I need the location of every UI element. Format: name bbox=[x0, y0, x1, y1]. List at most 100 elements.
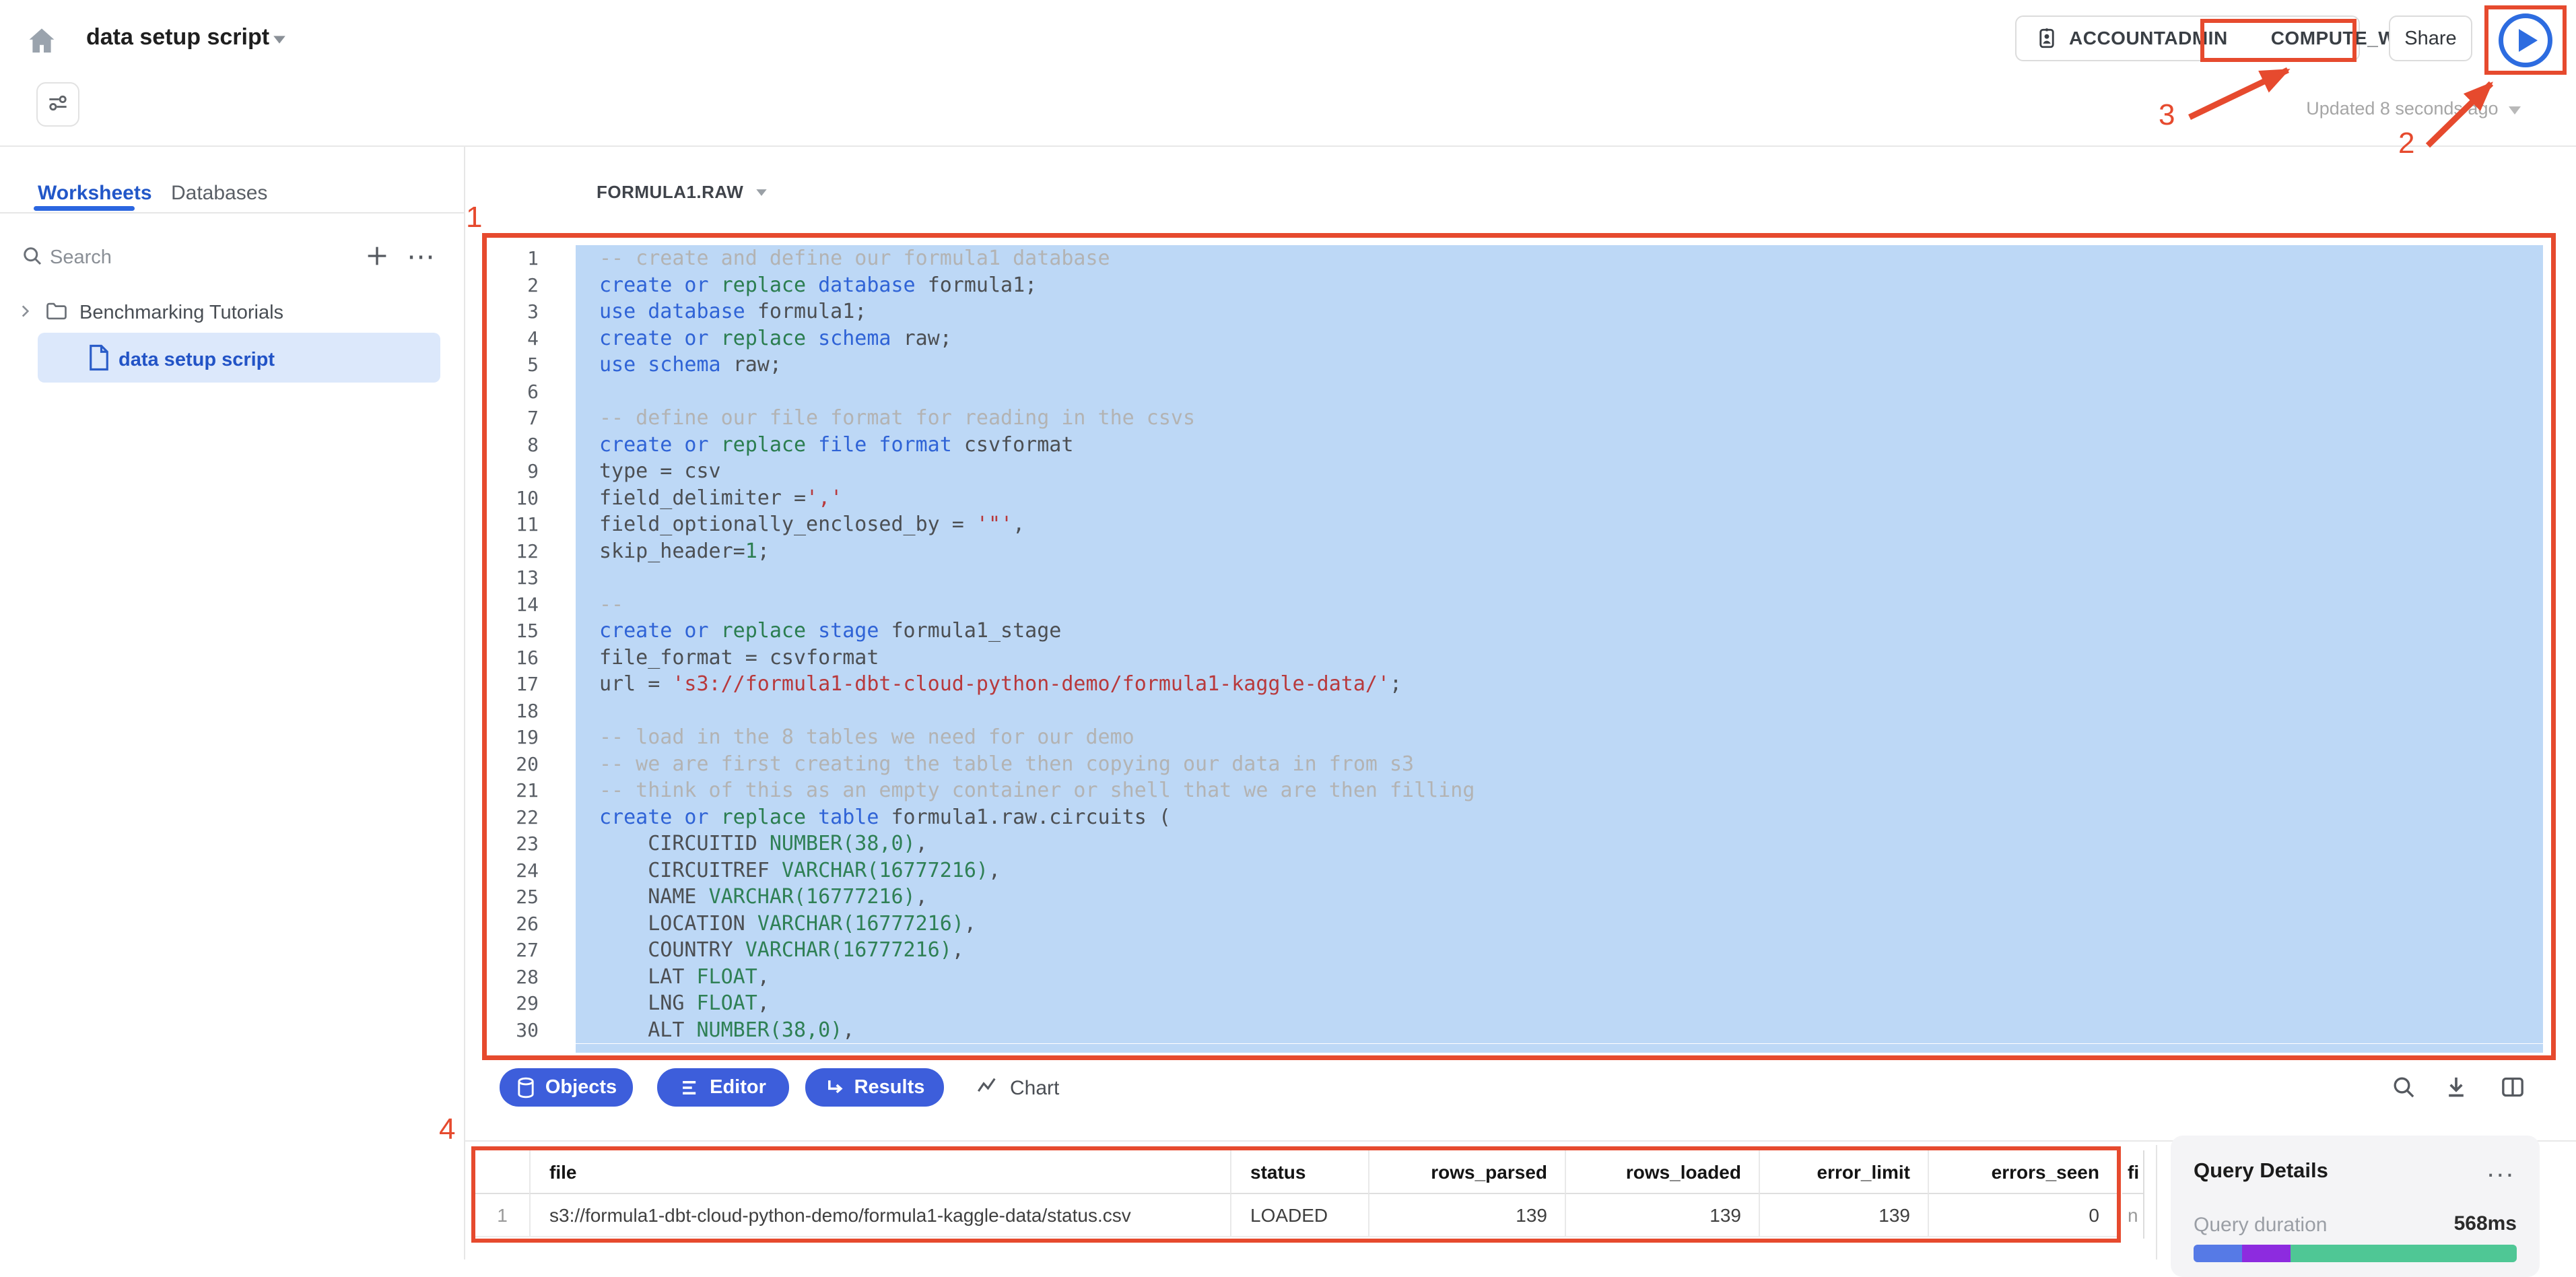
sidebar-tabs-divider bbox=[0, 212, 464, 214]
folder-row[interactable]: Benchmarking Tutorials bbox=[16, 299, 283, 327]
column-header[interactable]: file bbox=[529, 1150, 1230, 1194]
code-line: 8create or replace file format csvformat bbox=[487, 432, 2551, 459]
code-line: 30 ALT NUMBER(38,0), bbox=[487, 1017, 2551, 1044]
context-selector[interactable]: ACCOUNTADMIN COMPUTE_WH bbox=[2015, 15, 2360, 61]
code-line: 16file_format = csvformat bbox=[487, 645, 2551, 672]
code-line: 23 CIRCUITID NUMBER(38,0), bbox=[487, 830, 2551, 857]
sidebar-divider bbox=[464, 147, 465, 1259]
results-button[interactable]: Results bbox=[805, 1068, 944, 1107]
column-header[interactable]: status bbox=[1230, 1150, 1368, 1194]
code-line: 29 LNG FLOAT, bbox=[487, 990, 2551, 1017]
updated-timestamp[interactable]: Updated 8 seconds ago bbox=[2289, 98, 2521, 119]
column-header[interactable]: rows_parsed bbox=[1368, 1150, 1565, 1194]
code-line: 24 CIRCUITREF VARCHAR(16777216), bbox=[487, 857, 2551, 884]
duration-bar-segment bbox=[2242, 1245, 2291, 1262]
table-cell[interactable]: s3://formula1-dbt-cloud-python-demo/form… bbox=[529, 1194, 1230, 1237]
code-line: 20-- we are first creating the table the… bbox=[487, 751, 2551, 778]
results-table[interactable]: filestatusrows_parsedrows_loadederror_li… bbox=[475, 1150, 2117, 1237]
selection-overflow-strip bbox=[576, 1044, 2543, 1053]
query-duration-value: 568ms bbox=[2454, 1212, 2517, 1235]
code-line: 26 LOCATION VARCHAR(16777216), bbox=[487, 911, 2551, 938]
sidebar-item-label: data setup script bbox=[118, 349, 275, 371]
document-icon bbox=[86, 343, 112, 375]
annotation-arrow-3 bbox=[2190, 70, 2288, 117]
database-icon bbox=[516, 1077, 536, 1099]
title-caret-down-icon[interactable] bbox=[273, 36, 285, 43]
table-cell[interactable]: 1 bbox=[475, 1194, 529, 1237]
page-title: data setup script bbox=[86, 24, 269, 51]
code-line: 1-- create and define our formula1 datab… bbox=[487, 245, 2551, 272]
clipped-column: fi n bbox=[2122, 1150, 2144, 1239]
table-cell[interactable]: LOADED bbox=[1230, 1194, 1368, 1237]
column-header[interactable]: error_limit bbox=[1759, 1150, 1928, 1194]
code-line: 4create or replace schema raw; bbox=[487, 325, 2551, 352]
table-cell[interactable]: 0 bbox=[1928, 1194, 2117, 1237]
split-columns-button[interactable] bbox=[2498, 1072, 2528, 1102]
query-panel-divider bbox=[2156, 1145, 2157, 1259]
code-line: 9type = csv bbox=[487, 458, 2551, 485]
tab-worksheets[interactable]: Worksheets bbox=[38, 182, 152, 205]
annotation-label-1: 1 bbox=[466, 201, 482, 234]
code-line: 21-- think of this as an empty container… bbox=[487, 777, 2551, 804]
results-arrow-icon bbox=[825, 1078, 845, 1098]
tab-chart[interactable]: Chart bbox=[975, 1075, 1059, 1101]
role-label: ACCOUNTADMIN bbox=[2069, 28, 2228, 49]
search-input[interactable]: Search bbox=[50, 247, 112, 269]
download-results-button[interactable] bbox=[2441, 1072, 2471, 1102]
search-icon bbox=[20, 244, 44, 271]
duration-bar-segment bbox=[2194, 1245, 2242, 1262]
code-line: 14-- bbox=[487, 591, 2551, 618]
column-header[interactable]: rows_loaded bbox=[1565, 1150, 1759, 1194]
code-line: 5use schema raw; bbox=[487, 352, 2551, 379]
code-line: 3use database formula1; bbox=[487, 298, 2551, 325]
sidebar-more-button[interactable]: ⋯ bbox=[407, 240, 436, 273]
code-line: 17url = 's3://formula1-dbt-cloud-python-… bbox=[487, 671, 2551, 698]
schema-context-dropdown[interactable]: FORMULA1.RAW bbox=[597, 182, 769, 203]
query-details-panel: Query Details ... Query duration 568ms bbox=[2171, 1136, 2540, 1277]
code-lines: 1-- create and define our formula1 datab… bbox=[487, 245, 2551, 1043]
active-tab-underline bbox=[34, 206, 135, 211]
code-line: 22create or replace table formula1.raw.c… bbox=[487, 804, 2551, 831]
annotation-label-2: 2 bbox=[2398, 127, 2414, 160]
badge-icon bbox=[2035, 27, 2058, 50]
table-cell[interactable]: 139 bbox=[1759, 1194, 1928, 1237]
code-line: 25 NAME VARCHAR(16777216), bbox=[487, 884, 2551, 911]
chevron-right-icon bbox=[16, 302, 34, 323]
query-details-menu-button[interactable]: ... bbox=[2487, 1153, 2515, 1183]
filters-button[interactable] bbox=[36, 82, 79, 127]
code-line: 10field_delimiter =',' bbox=[487, 485, 2551, 512]
table-cell[interactable]: 139 bbox=[1368, 1194, 1565, 1237]
code-line: 18 bbox=[487, 698, 2551, 725]
query-duration-bar bbox=[2194, 1245, 2517, 1262]
clipped-column-value: n bbox=[2122, 1194, 2143, 1237]
search-results-button[interactable] bbox=[2389, 1072, 2418, 1102]
new-worksheet-button[interactable] bbox=[364, 242, 391, 273]
objects-button[interactable]: Objects bbox=[500, 1068, 633, 1107]
editor-button[interactable]: Editor bbox=[657, 1068, 789, 1107]
sql-editor[interactable]: 1-- create and define our formula1 datab… bbox=[482, 233, 2556, 1060]
run-button[interactable] bbox=[2499, 13, 2552, 67]
table-cell[interactable]: 139 bbox=[1565, 1194, 1759, 1237]
duration-bar-segment bbox=[2291, 1245, 2517, 1262]
column-header[interactable] bbox=[475, 1150, 529, 1194]
editor-lines-icon bbox=[680, 1078, 700, 1098]
header-divider bbox=[0, 145, 2576, 147]
code-line: 28 LAT FLOAT, bbox=[487, 964, 2551, 991]
chart-zigzag-icon bbox=[975, 1075, 999, 1101]
context-caret-down-icon bbox=[757, 189, 767, 196]
folder-label: Benchmarking Tutorials bbox=[79, 302, 283, 324]
code-line: 2create or replace database formula1; bbox=[487, 272, 2551, 299]
share-button[interactable]: Share bbox=[2389, 15, 2472, 61]
column-header[interactable]: errors_seen bbox=[1928, 1150, 2117, 1194]
code-line: 7-- define our file format for reading i… bbox=[487, 405, 2551, 432]
code-line: 27 COUNTRY VARCHAR(16777216), bbox=[487, 937, 2551, 964]
tab-databases[interactable]: Databases bbox=[171, 182, 267, 205]
updated-caret-down-icon bbox=[2509, 106, 2521, 114]
annotation-label-4: 4 bbox=[439, 1113, 455, 1146]
home-icon[interactable] bbox=[26, 24, 58, 57]
code-line: 11field_optionally_enclosed_by = '"', bbox=[487, 511, 2551, 538]
folder-icon bbox=[44, 299, 69, 327]
query-duration-label: Query duration bbox=[2194, 1214, 2327, 1237]
code-line: 15create or replace stage formula1_stage bbox=[487, 618, 2551, 645]
code-line: 19-- load in the 8 tables we need for ou… bbox=[487, 724, 2551, 751]
